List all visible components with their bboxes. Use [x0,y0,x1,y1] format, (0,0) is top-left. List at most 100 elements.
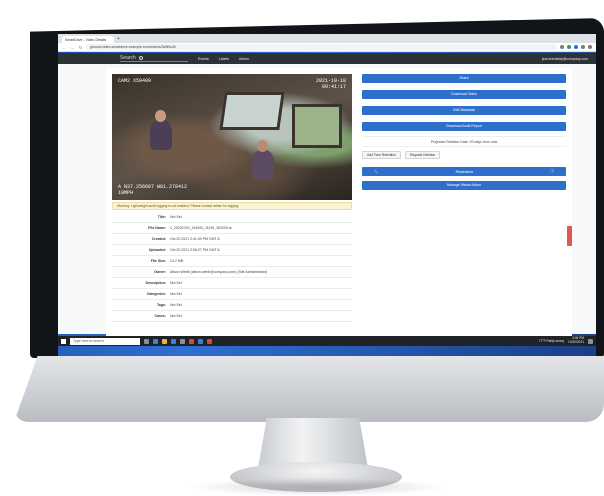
extension-icon[interactable] [560,45,564,49]
monitor-shadow [188,478,448,496]
details-table: Title: Not Set File Name: 1_20201019_194… [112,212,352,322]
manage-status-action-button[interactable]: Manage Status Action [362,181,566,190]
search-input[interactable]: Search [120,55,136,61]
clock-date: 10/20/2021 [568,340,584,344]
info-icon: ⓘ [550,169,554,173]
nav-link-labels[interactable]: Labels [219,57,229,61]
monitor-stand-neck [258,418,368,468]
detail-label: Title: [157,215,166,219]
detail-label: Uploaded: [148,248,166,252]
detail-label: Description: [145,281,166,285]
detail-label: Owner: [153,270,166,274]
detail-label: Tags: [156,303,166,307]
chrome-icon[interactable] [189,339,194,344]
detail-value: Alison Webb (alison.webb@company.com) (S… [170,270,268,274]
store-icon[interactable] [180,339,185,344]
taskbar-search-input[interactable]: Type here to search [70,338,140,345]
warning-banner: Warning: Lightweight audit logging is no… [112,202,352,210]
video-person-shape [252,150,274,180]
camera-timestamp: 2021-10-18 09:41:17 [316,78,346,90]
actions-panel: Share Download Video Edit Metadata Downl… [362,74,566,190]
detail-value: Oct 20 2021 2:56:27 PM GMT-6 [170,248,220,252]
browser-tab[interactable]: SmartDrive - Video Details [62,36,114,43]
extension-icon[interactable] [567,45,571,49]
detail-label: File Size: [150,259,166,263]
edge-icon[interactable] [153,339,158,344]
detail-value: Not Set [170,303,182,307]
extension-icon[interactable] [581,45,585,49]
detail-label: Cases: [154,314,166,318]
file-explorer-icon[interactable] [162,339,167,344]
url-field[interactable]: ground-video.smartdrive.example.com/vide… [86,44,557,50]
edit-metadata-button[interactable]: Edit Metadata [362,106,566,115]
user-menu[interactable]: jean.tremblay@company.com [542,57,588,61]
request-deletion-button[interactable]: Request Deletion [405,151,440,159]
notification-icon[interactable] [588,339,593,344]
detail-row: Description: Not Set [112,278,352,289]
camera-time: 09:41:17 [321,84,346,90]
taskbar-clock[interactable]: 3:06 PM 10/20/2021 [568,337,584,345]
retention-button-row: Add Time Retention Request Deletion [362,151,566,159]
detail-row: File Size: 14.2 MB [112,256,352,267]
camera-gps: A N37.256687 W81.278412 18MPH [118,184,187,196]
windows-start-icon[interactable] [61,339,66,344]
detail-row: Categories: Not Set [112,289,352,300]
detail-label: Categories: [146,292,166,296]
mail-icon[interactable] [171,339,176,344]
detail-row: Tags: Not Set [112,300,352,311]
detail-row: Owner: Alison Webb (alison.webb@company.… [112,267,352,278]
monitor: SmartDrive - Video Details + ← → ↻ groun… [8,4,604,496]
app-navbar: Search Events Labels Admin jean.tremblay… [58,53,596,64]
add-time-retention-button[interactable]: Add Time Retention [362,151,401,159]
redactions-button[interactable]: 🔧 Redactions ⓘ [362,167,566,176]
detail-label: Created: [151,237,166,241]
detail-row: Created: Oct 20 2021 2:41:59 PM GMT-6 [112,234,352,245]
detail-row: File Name: 1_20201019_194900_11199_30000… [112,223,352,234]
video-window-shape [219,92,284,130]
weather-widget[interactable]: 77°F Partly sunny [539,339,564,343]
detail-value: 14.2 MB [170,259,184,263]
detail-label: File Name: [148,226,166,230]
feedback-tab[interactable] [567,226,572,246]
content-area: CAM2 X59409 2021-10-18 09:41:17 A N37.25… [58,64,596,334]
video-person-head [257,140,268,152]
windows-taskbar: Type here to search 77°F Partly sunny 3:… [58,336,596,346]
video-person-head [155,110,166,122]
new-tab-button[interactable]: + [117,36,120,43]
reload-icon[interactable]: ↻ [78,45,83,50]
profile-icon[interactable] [588,45,592,49]
tab-title: SmartDrive - Video Details [65,37,107,42]
extension-icon[interactable] [574,45,578,49]
download-video-button[interactable]: Download Video [362,90,566,99]
detail-value: Oct 20 2021 2:41:59 PM GMT-6 [170,237,220,241]
address-bar: ← → ↻ ground-video.smartdrive.example.co… [58,43,596,52]
detail-row: Title: Not Set [112,212,352,223]
detail-value: 1_20201019_194900_11199_300000.ts [170,226,232,230]
screen: SmartDrive - Video Details + ← → ↻ groun… [58,34,596,356]
detail-value: Not Set [170,292,182,296]
camera-label: CAM2 X59409 [118,78,152,84]
extension-icons [560,45,592,49]
video-detail-page: CAM2 X59409 2021-10-18 09:41:17 A N37.25… [106,68,572,342]
redactions-label: Redactions [455,169,474,174]
app-icon[interactable] [207,339,212,344]
nav-link-admin[interactable]: Admin [239,57,249,61]
camera-speed: 18MPH [118,190,134,196]
forward-arrow-icon[interactable]: → [70,45,75,50]
download-audit-report-button[interactable]: Download Audit Report [362,122,566,131]
nav-link-events[interactable]: Events [198,57,209,61]
search-box[interactable]: Search [120,55,188,62]
retention-info: Projected Deletion Date: 20 days from no… [362,136,566,147]
wrench-icon: 🔧 [374,169,379,174]
detail-value: Not Set [170,215,182,219]
detail-value: Not Set [170,281,182,285]
teams-icon[interactable] [198,339,203,344]
video-player[interactable]: CAM2 X59409 2021-10-18 09:41:17 A N37.25… [112,74,352,200]
task-view-icon[interactable] [144,339,149,344]
video-person-shape [150,120,172,150]
monitor-chin [14,356,604,422]
search-icon[interactable] [139,56,143,60]
back-arrow-icon[interactable]: ← [62,45,67,50]
browser-tab-bar: SmartDrive - Video Details + [58,34,596,43]
share-button[interactable]: Share [362,74,566,83]
